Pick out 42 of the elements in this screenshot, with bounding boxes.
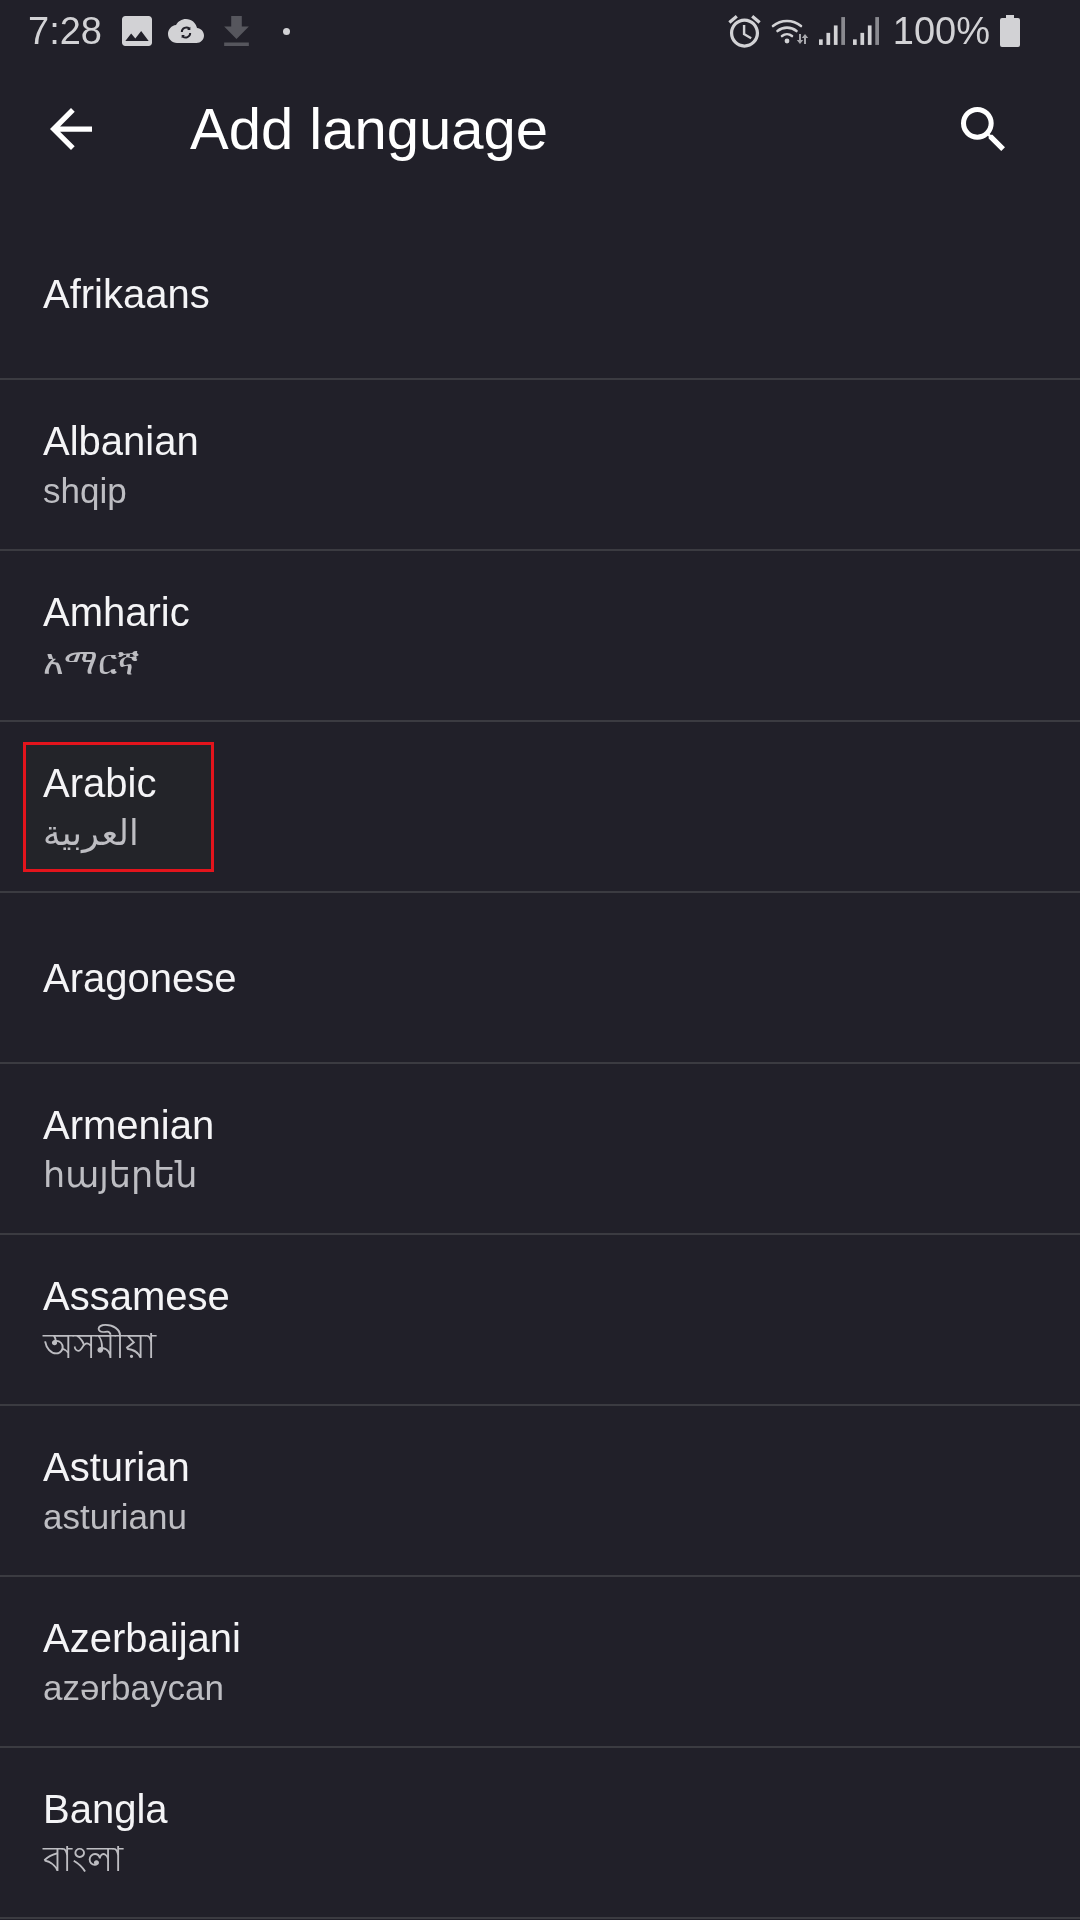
signal-icon: [852, 17, 879, 45]
search-icon: [961, 106, 1005, 151]
image-icon: [121, 16, 152, 46]
language-item[interactable]: Bangla বাংলা: [0, 1748, 1080, 1919]
language-name: Arabic: [43, 759, 157, 807]
language-name: Armenian: [43, 1101, 215, 1149]
back-icon: [50, 107, 92, 150]
download-icon: [223, 16, 249, 46]
language-name: Bangla: [43, 1785, 168, 1833]
cloud-sync-icon: [167, 19, 204, 43]
native-language-name: አማርኛ: [43, 640, 140, 683]
native-language-name: հայերեն: [43, 1153, 199, 1196]
language-name: Afrikaans: [43, 270, 210, 318]
language-item[interactable]: Albanian shqip: [0, 380, 1080, 551]
native-language-name: asturianu: [43, 1495, 188, 1538]
back-button[interactable]: [50, 107, 92, 150]
language-item[interactable]: Armenian հայերեն: [0, 1064, 1080, 1235]
native-language-name: বাংলা: [43, 1837, 125, 1880]
language-item[interactable]: Afrikaans: [0, 209, 1080, 380]
native-language-name: অসমীয়া: [43, 1323, 158, 1367]
dot-icon: [282, 27, 290, 35]
language-name: Azerbaijani: [43, 1614, 241, 1662]
language-name: Assamese: [43, 1272, 230, 1320]
page-title: Add language: [190, 94, 549, 163]
search-button[interactable]: [961, 106, 1005, 151]
battery-icon: [1000, 15, 1020, 47]
battery-percentage: 100%: [892, 12, 990, 50]
status-time: 7:28: [28, 12, 102, 50]
language-item[interactable]: Amharic አማርኛ: [0, 551, 1080, 722]
language-item[interactable]: Assamese অসমীয়া: [0, 1235, 1080, 1406]
language-item[interactable]: Azerbaijani azərbaycan: [0, 1577, 1080, 1748]
native-language-name: العربية: [43, 811, 140, 855]
signal-icon: [818, 17, 845, 45]
native-language-name: shqip: [43, 469, 128, 512]
language-item[interactable]: Aragonese: [0, 893, 1080, 1064]
alarm-clock-icon: [727, 14, 761, 48]
language-item[interactable]: Asturian asturianu: [0, 1406, 1080, 1577]
native-language-name: azərbaycan: [43, 1666, 225, 1709]
language-name: Aragonese: [43, 954, 237, 1002]
language-name: Amharic: [43, 588, 190, 636]
language-name: Albanian: [43, 417, 199, 465]
language-name: Asturian: [43, 1443, 190, 1491]
